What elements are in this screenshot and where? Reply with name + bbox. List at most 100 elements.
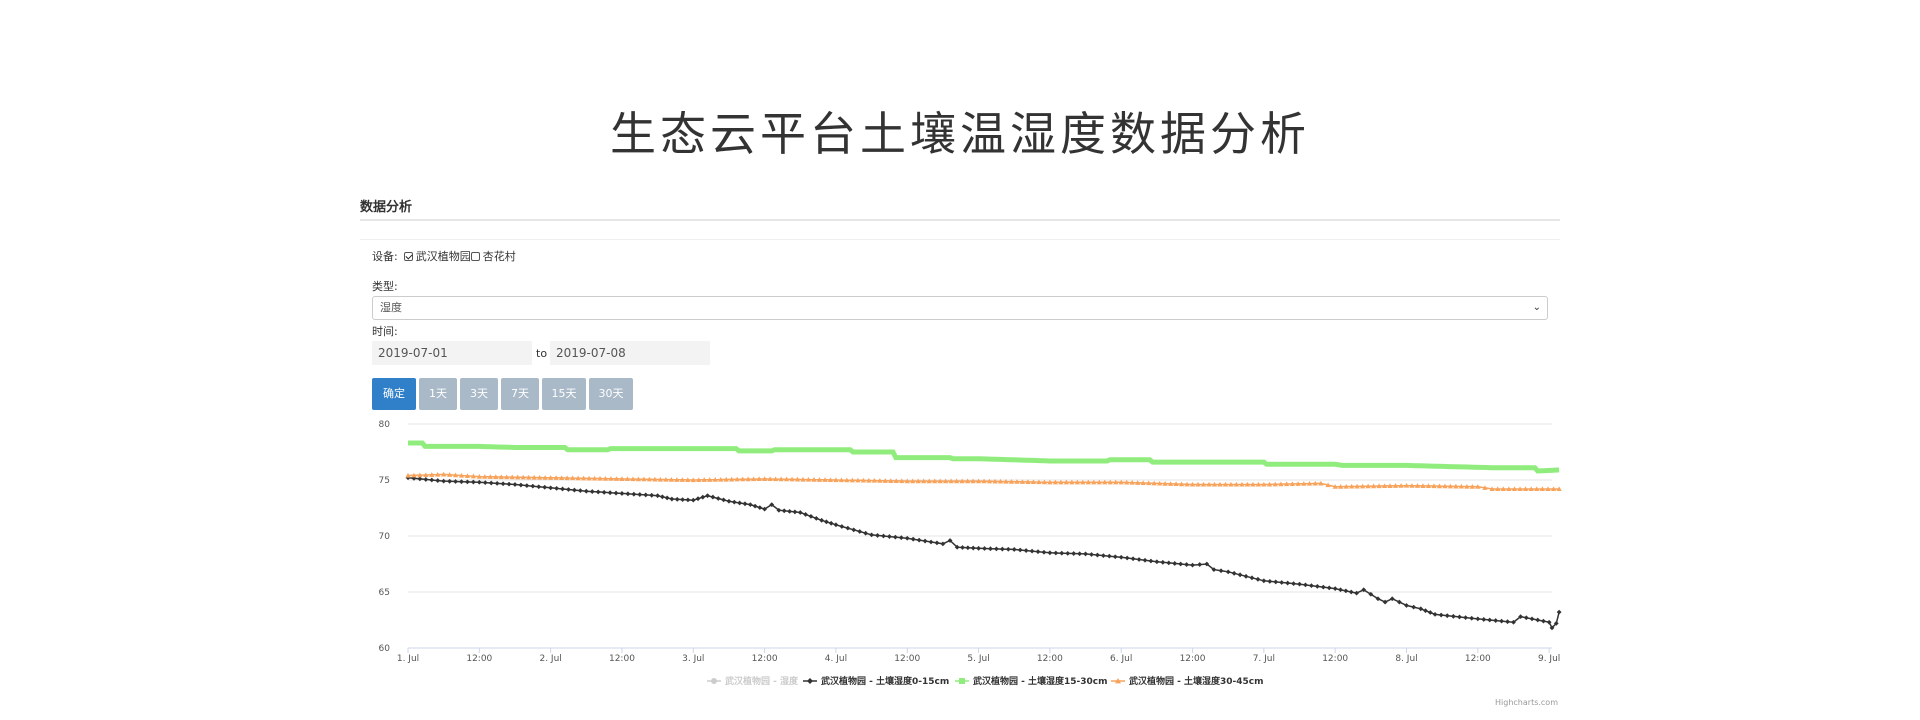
x-tick-label: 12:00 bbox=[466, 654, 492, 664]
data-point-marker bbox=[1190, 562, 1195, 568]
series-line[interactable] bbox=[405, 471, 1562, 492]
data-point-marker bbox=[601, 489, 607, 495]
data-point-marker bbox=[619, 491, 625, 496]
data-point-marker bbox=[757, 505, 763, 511]
x-tick-label: 5. Jul bbox=[967, 654, 989, 664]
data-point-marker bbox=[625, 491, 631, 497]
legend-item[interactable]: 武汉植物园 - 土壤湿度15-30cm bbox=[955, 675, 1108, 687]
chart-credits[interactable]: Highcharts.com bbox=[1495, 698, 1558, 707]
data-point-marker bbox=[1438, 612, 1444, 618]
data-point-marker bbox=[869, 532, 874, 538]
data-point-marker bbox=[1106, 553, 1112, 559]
data-point-marker bbox=[1314, 584, 1320, 589]
data-point-marker bbox=[1231, 570, 1237, 576]
legend-item[interactable]: 武汉植物园 - 土壤湿度0-15cm bbox=[803, 675, 949, 687]
data-point-marker bbox=[1035, 549, 1041, 555]
data-point-marker bbox=[965, 545, 971, 551]
y-tick-label: 80 bbox=[379, 420, 391, 430]
data-point-marker bbox=[1343, 588, 1349, 594]
data-point-marker bbox=[1338, 587, 1343, 593]
data-point-marker bbox=[1154, 559, 1160, 565]
data-point-marker bbox=[583, 488, 589, 494]
data-point-marker bbox=[976, 545, 981, 551]
data-point-marker bbox=[1023, 548, 1029, 553]
x-tick-label: 12:00 bbox=[609, 654, 635, 664]
data-point-marker bbox=[1267, 578, 1273, 584]
series-line[interactable] bbox=[408, 440, 1560, 474]
data-point-marker bbox=[548, 485, 554, 491]
data-point-marker bbox=[476, 479, 482, 485]
data-point-marker bbox=[1297, 581, 1302, 587]
data-point-marker bbox=[589, 489, 595, 494]
data-point-marker bbox=[999, 546, 1005, 552]
data-point-marker bbox=[705, 493, 710, 499]
data-point-marker bbox=[506, 481, 512, 487]
chart-legend[interactable]: 武汉植物园 - 湿度 武汉植物园 - 土壤湿度0-15cm 武汉植物园 - 土壤湿度… bbox=[707, 675, 1264, 687]
data-point-marker bbox=[1130, 556, 1136, 562]
y-tick-label: 60 bbox=[379, 644, 391, 654]
data-point-marker bbox=[1326, 585, 1332, 591]
data-point-marker bbox=[1249, 575, 1255, 581]
data-point-marker bbox=[839, 524, 845, 529]
x-tick-label: 12:00 bbox=[1465, 654, 1491, 664]
data-point-marker bbox=[863, 530, 869, 536]
series-line[interactable] bbox=[405, 475, 1562, 631]
data-point-marker bbox=[1432, 612, 1438, 617]
data-point-marker bbox=[1444, 613, 1450, 619]
data-point-marker bbox=[631, 491, 637, 497]
data-point-marker bbox=[803, 512, 809, 517]
x-tick-label: 8. Jul bbox=[1395, 654, 1417, 664]
data-point-marker bbox=[1396, 599, 1402, 605]
data-point-marker bbox=[690, 497, 696, 503]
data-point-marker bbox=[1047, 550, 1053, 556]
data-point-marker bbox=[1285, 580, 1291, 586]
data-point-marker bbox=[572, 487, 577, 493]
data-point-marker bbox=[1423, 608, 1428, 614]
data-point-marker bbox=[1255, 576, 1261, 582]
data-point-marker bbox=[1529, 616, 1535, 622]
data-point-marker bbox=[1523, 615, 1529, 621]
data-point-marker bbox=[607, 490, 613, 496]
legend-label: 武汉植物园 - 湿度 bbox=[725, 675, 799, 687]
data-point-marker bbox=[922, 538, 928, 544]
x-tick-label: 12:00 bbox=[1180, 654, 1206, 664]
x-tick-label: 2. Jul bbox=[539, 654, 561, 664]
legend-item[interactable]: 武汉植物园 - 土壤湿度30-45cm bbox=[1111, 675, 1264, 687]
data-point-marker bbox=[695, 496, 701, 502]
data-point-marker bbox=[643, 492, 649, 498]
data-point-marker bbox=[659, 494, 665, 500]
x-tick-label: 12:00 bbox=[1037, 654, 1063, 664]
data-point-marker bbox=[737, 500, 743, 506]
data-point-marker bbox=[1166, 560, 1172, 566]
series-path bbox=[408, 440, 1560, 474]
chart-series bbox=[405, 440, 1562, 631]
data-point-marker bbox=[488, 480, 494, 486]
data-point-marker bbox=[857, 529, 863, 534]
data-point-marker bbox=[726, 498, 732, 504]
data-point-marker bbox=[742, 501, 748, 507]
data-point-marker bbox=[429, 477, 435, 483]
data-point-marker bbox=[1354, 590, 1359, 596]
data-point-marker bbox=[988, 546, 993, 552]
data-point-marker bbox=[845, 525, 851, 531]
data-point-marker bbox=[500, 481, 506, 487]
data-point-marker bbox=[566, 487, 571, 492]
data-point-marker bbox=[1457, 614, 1462, 620]
data-point-marker bbox=[710, 494, 716, 500]
data-point-marker bbox=[1382, 599, 1388, 605]
data-point-marker bbox=[435, 478, 441, 483]
data-point-marker bbox=[711, 678, 717, 684]
data-point-marker bbox=[700, 494, 706, 500]
data-point-marker bbox=[1005, 546, 1011, 552]
legend-item[interactable]: 武汉植物园 - 湿度 bbox=[707, 675, 799, 687]
data-point-marker bbox=[833, 522, 839, 528]
data-point-marker bbox=[1463, 615, 1468, 620]
data-point-marker bbox=[1011, 547, 1017, 552]
data-point-marker bbox=[542, 484, 548, 490]
data-point-marker bbox=[1475, 616, 1481, 622]
data-point-marker bbox=[994, 546, 999, 552]
data-point-marker bbox=[1487, 617, 1493, 623]
data-point-marker bbox=[904, 535, 910, 541]
x-tick-label: 12:00 bbox=[752, 654, 778, 664]
data-point-marker bbox=[807, 678, 813, 684]
